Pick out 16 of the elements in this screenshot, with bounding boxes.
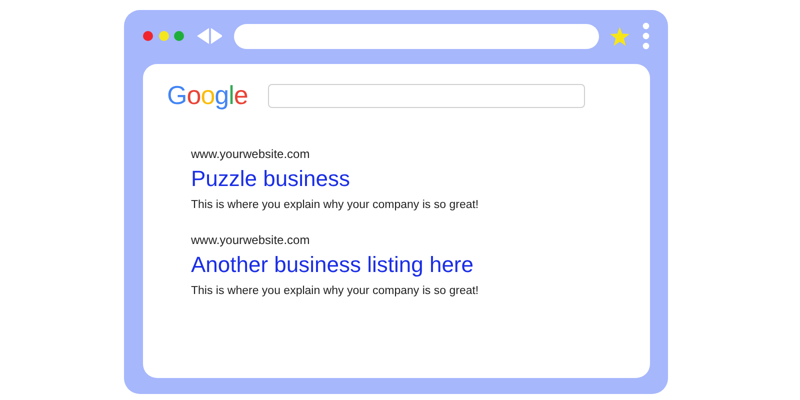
result-description: This is where you explain why your company is so great! (191, 199, 479, 211)
close-dot-icon[interactable] (143, 31, 153, 41)
result-url: www.yourwebsite.com (191, 233, 310, 247)
back-icon[interactable] (197, 28, 209, 44)
maximize-dot-icon[interactable] (174, 31, 184, 41)
result-url: www.yourwebsite.com (191, 147, 310, 161)
result-title-link[interactable]: Another business listing here (191, 252, 474, 278)
star-icon[interactable] (610, 26, 630, 46)
forward-icon[interactable] (210, 28, 222, 44)
result-description: This is where you explain why your company is so great! (191, 285, 479, 297)
logo: Google (167, 80, 248, 111)
address-bar[interactable] (234, 24, 599, 48)
minimize-dot-icon[interactable] (158, 31, 168, 41)
menu-icon[interactable] (642, 22, 650, 50)
search-field[interactable] (268, 84, 585, 108)
result-title-link[interactable]: Puzzle business (191, 166, 350, 192)
